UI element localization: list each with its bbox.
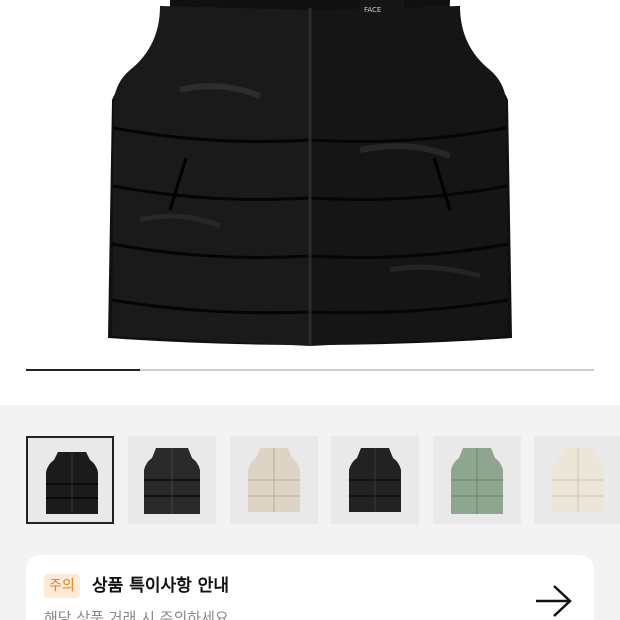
warning-badge: 주의 — [44, 574, 80, 598]
vest-thumb-icon — [128, 436, 216, 524]
thumbnail-item[interactable] — [331, 436, 419, 524]
vest-thumb-icon — [534, 436, 620, 524]
gallery-progress-fill — [26, 369, 140, 371]
thumbnail-item[interactable] — [534, 436, 620, 524]
product-main-image[interactable]: FACE — [0, 0, 620, 405]
thumbnail-item[interactable] — [230, 436, 318, 524]
thumbnail-item[interactable] — [128, 436, 216, 524]
thumbnail-item[interactable] — [433, 436, 521, 524]
notice-subtitle: 해당 상품 거래 시 주의하세요 — [44, 609, 229, 620]
notice-section: 주의 상품 특이사항 안내 해당 상품 거래 시 주의하세요 — [0, 545, 620, 620]
vest-thumb-icon — [230, 436, 318, 524]
notice-card[interactable]: 주의 상품 특이사항 안내 해당 상품 거래 시 주의하세요 — [26, 555, 594, 620]
gallery-progress-track — [26, 369, 594, 371]
vest-thumb-icon — [433, 436, 521, 524]
notice-title: 상품 특이사항 안내 — [92, 576, 229, 596]
vest-image: FACE — [108, 0, 512, 346]
thumbnail-strip — [0, 405, 620, 545]
arrow-right-icon[interactable] — [534, 583, 574, 619]
vest-thumb-icon — [331, 436, 419, 524]
svg-text:FACE: FACE — [364, 6, 381, 14]
vest-thumb-icon — [28, 438, 112, 522]
thumbnail-item[interactable] — [26, 436, 114, 524]
